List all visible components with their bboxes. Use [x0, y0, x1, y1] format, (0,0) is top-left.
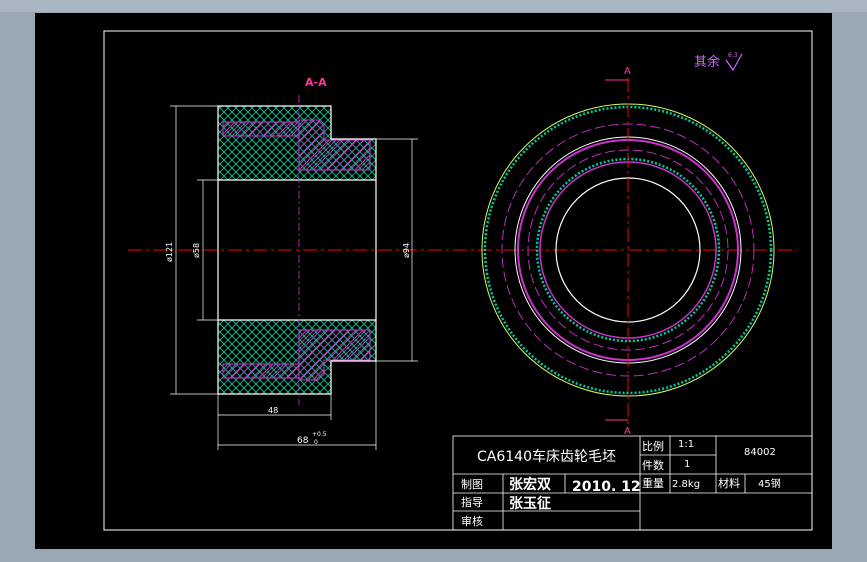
- title-text: CA6140车床齿轮毛坯: [477, 448, 616, 465]
- section-marker-top: A: [624, 66, 631, 77]
- roughness-symbol-value: 6.3: [728, 52, 738, 59]
- material-value: 45钢: [758, 477, 781, 490]
- weight-value: 2.8kg: [672, 479, 700, 490]
- scale-label: 比例: [642, 439, 664, 453]
- count-label: 件数: [642, 459, 664, 472]
- drawn-by: 张宏双: [509, 476, 551, 493]
- drawing-date: 2010. 12: [572, 479, 641, 495]
- material-label: 材料: [718, 476, 740, 490]
- dim-tol-zero: 0: [314, 439, 318, 446]
- dim-d94: ø94: [402, 243, 411, 258]
- cad-drawing-canvas[interactable]: 其余 6.3 A-A ø121 ø58 ø94 48 68 +0.5 0 A A…: [0, 0, 867, 562]
- section-title: A-A: [305, 76, 327, 89]
- dim-len48: 48: [268, 406, 278, 415]
- section-marker-bottom: A: [624, 426, 631, 437]
- guide-label: 指导: [461, 495, 483, 509]
- roughness-note: 其余: [694, 54, 720, 70]
- dim-d58: ø58: [192, 243, 201, 258]
- drawn-label: 制图: [461, 478, 483, 491]
- scale-value: 1:1: [678, 439, 694, 450]
- review-label: 审核: [461, 514, 483, 528]
- drawing-number: 84002: [744, 447, 776, 458]
- dim-tol-plus: +0.5: [312, 431, 327, 438]
- dim-d121: ø121: [165, 242, 174, 262]
- dim-len68: 68: [297, 436, 309, 446]
- count-value: 1: [684, 459, 690, 470]
- guide-by: 张玉征: [509, 495, 551, 512]
- weight-label: 重量: [642, 476, 664, 490]
